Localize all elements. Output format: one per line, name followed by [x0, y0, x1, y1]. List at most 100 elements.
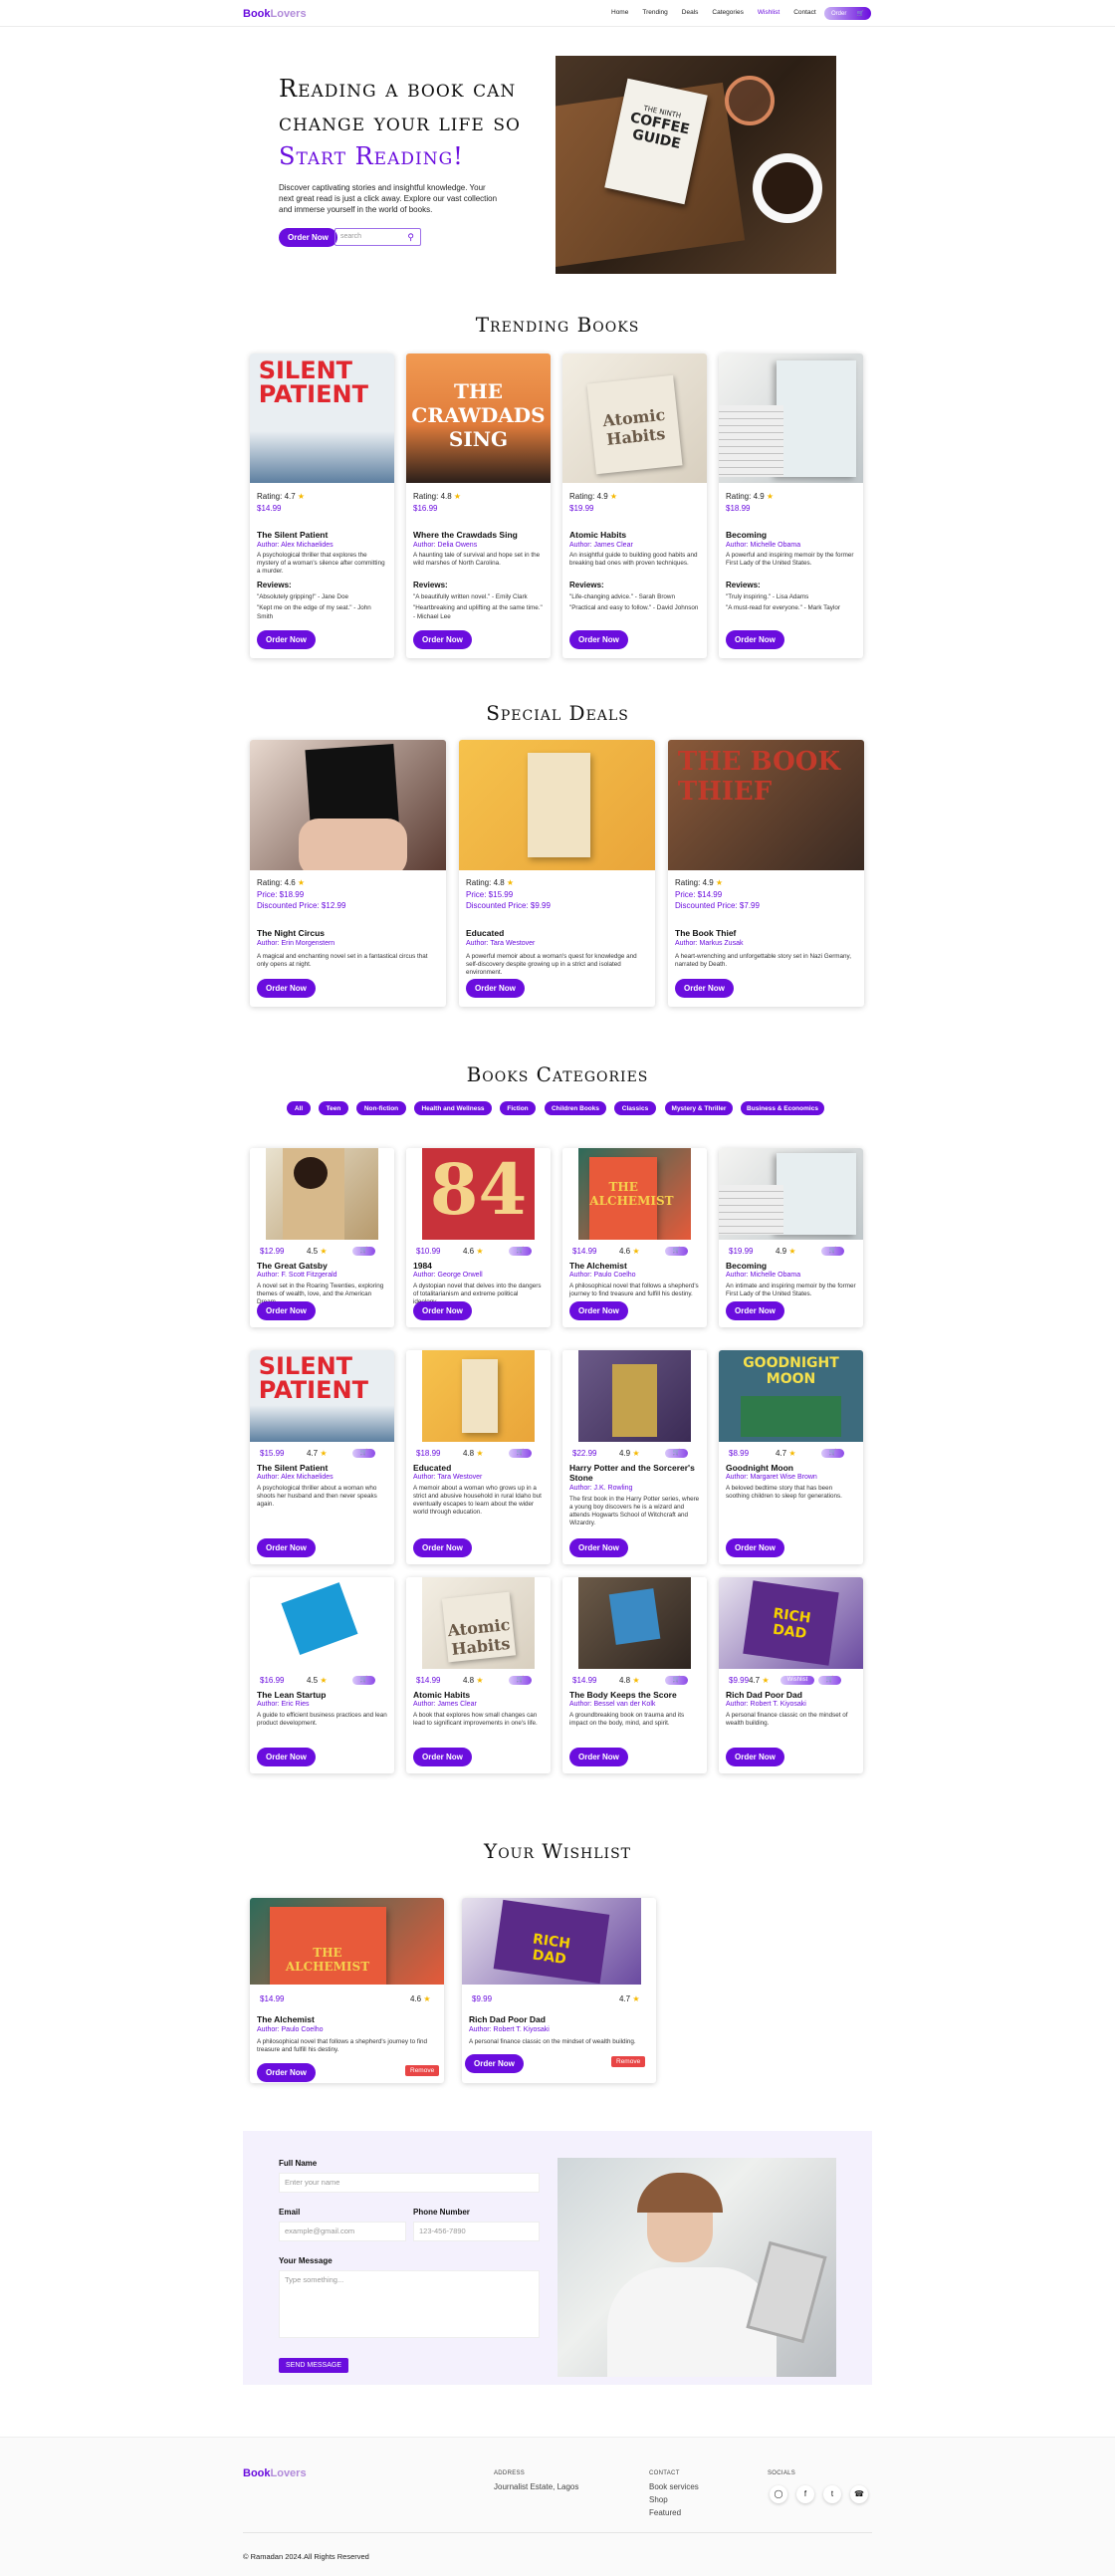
contact-heading: CONTACT — [649, 2470, 680, 2476]
hero-order-button[interactable]: Order Now — [279, 228, 337, 247]
cover-inner — [422, 1350, 535, 1442]
order-now-button[interactable]: Order Now — [257, 630, 316, 649]
rating-text: Rating: 4.9 ★ — [569, 492, 617, 501]
nav-home[interactable]: Home — [611, 9, 628, 16]
footer-logo[interactable]: BookLovers — [243, 2467, 307, 2479]
order-now-button[interactable]: Order Now — [569, 1301, 628, 1320]
hero-description: Discover captivating stories and insight… — [279, 183, 498, 214]
order-now-button[interactable]: Order Now — [726, 1301, 784, 1320]
hero-title-line-2: change your life so — [279, 109, 521, 136]
nav-categories[interactable]: Categories — [712, 9, 743, 16]
order-now-button[interactable]: Order Now — [413, 1538, 472, 1557]
book-title: Goodnight Moon — [726, 1463, 793, 1473]
book-cover-image: SILENT PATIENT — [250, 353, 394, 483]
add-to-cart-button[interactable]: 🛒 — [665, 1449, 688, 1458]
add-to-cart-button[interactable]: 🛒 — [818, 1676, 841, 1685]
book-cover-image: SILENT PATIENT — [250, 1350, 394, 1442]
order-now-button[interactable]: Order Now — [257, 2063, 316, 2082]
add-to-cart-button[interactable]: 🛒 — [509, 1449, 532, 1458]
price: $14.99 — [416, 1676, 441, 1685]
order-now-button[interactable]: Order Now — [257, 979, 316, 998]
order-now-button[interactable]: Order Now — [257, 1748, 316, 1766]
order-now-button[interactable]: Order Now — [413, 1748, 472, 1766]
category-filter-button[interactable]: Fiction — [500, 1101, 536, 1115]
order-now-button[interactable]: Order Now — [466, 979, 525, 998]
cover-wrap: SILENT PATIENT — [250, 1350, 394, 1442]
category-filter-button[interactable]: Health and Wellness — [414, 1101, 492, 1115]
rating-text: 4.7 ★ — [776, 1449, 796, 1458]
order-now-button[interactable]: Order Now — [569, 630, 628, 649]
contact-link-featured[interactable]: Featured — [649, 2506, 681, 2519]
wishlist-button[interactable]: Wishlist — [780, 1676, 814, 1685]
book-title: The Silent Patient — [257, 1463, 329, 1473]
logo[interactable]: BookLovers — [243, 8, 307, 20]
order-now-button[interactable]: Order Now — [726, 1748, 784, 1766]
add-to-cart-button[interactable]: 🛒 — [352, 1676, 375, 1685]
wishlist-label: Wishlist — [786, 1677, 808, 1683]
instagram-icon[interactable]: ◯ — [770, 2485, 787, 2503]
order-now-button[interactable]: Order Now — [569, 1748, 628, 1766]
category-filter-button[interactable]: Classics — [614, 1101, 656, 1115]
book-description: A heart-wrenching and unforgettable stor… — [675, 953, 851, 968]
add-to-cart-button[interactable]: 🛒 — [509, 1676, 532, 1685]
category-filter-button[interactable]: Children Books — [545, 1101, 606, 1115]
nav-wishlist[interactable]: Wishlist — [758, 9, 780, 16]
message-label: Your Message — [279, 2256, 333, 2265]
rating-text: 4.5 ★ — [307, 1676, 328, 1685]
price: Price: $18.99 — [257, 890, 305, 899]
price: $14.99 — [572, 1247, 597, 1256]
book-title: Rich Dad Poor Dad — [726, 1690, 802, 1700]
order-now-button[interactable]: Order Now — [257, 1538, 316, 1557]
book-cover-image — [719, 1148, 863, 1240]
phone-input[interactable]: 123-456-7890 — [413, 2222, 540, 2241]
twitter-icon[interactable]: t — [823, 2485, 841, 2503]
hero-search-input[interactable]: search ⚲ — [334, 228, 421, 246]
send-message-button[interactable]: SEND MESSAGE — [279, 2358, 349, 2373]
price: Price: $15.99 — [466, 890, 514, 899]
category-book-card: $22.99 4.9 ★ 🛒 Harry Potter and the Sorcere… — [562, 1350, 707, 1564]
price: $9.99 — [472, 1994, 493, 2003]
order-now-button[interactable]: Order Now — [726, 1538, 784, 1557]
nav-contact[interactable]: Contact — [793, 9, 815, 16]
add-to-cart-button[interactable]: 🛒 — [821, 1449, 844, 1458]
add-to-cart-button[interactable]: 🛒 — [352, 1247, 375, 1256]
remove-button[interactable]: Remove — [611, 2056, 646, 2067]
email-input[interactable]: example@gmail.com — [279, 2222, 406, 2241]
full-name-input[interactable]: Enter your name — [279, 2173, 540, 2193]
contact-section: Full Name Enter your name Email example@… — [243, 2131, 872, 2385]
order-now-button[interactable]: Order Now — [465, 2054, 524, 2073]
nav-trending[interactable]: Trending — [642, 9, 667, 16]
contact-link-book-services[interactable]: Book services — [649, 2480, 699, 2493]
order-now-button[interactable]: Order Now — [257, 1301, 316, 1320]
order-now-button[interactable]: Order Now — [569, 1538, 628, 1557]
cover-inner: RICH DAD — [462, 1898, 641, 1985]
order-now-button[interactable]: Order Now — [413, 1301, 472, 1320]
category-filter-button[interactable]: Mystery & Thriller — [665, 1101, 733, 1115]
add-to-cart-button[interactable]: 🛒 — [352, 1449, 375, 1458]
facebook-icon[interactable]: f — [796, 2485, 814, 2503]
rating-value: 4.5 — [307, 1676, 319, 1685]
category-filter-button[interactable]: All — [287, 1101, 311, 1115]
message-textarea[interactable]: Type something... — [279, 2270, 540, 2338]
nav-order-cart-button[interactable]: Order 🛒 — [824, 7, 871, 20]
order-now-button[interactable]: Order Now — [675, 979, 734, 998]
rating-value: Rating: 4.8 — [413, 492, 452, 501]
add-to-cart-button[interactable]: 🛒 — [509, 1247, 532, 1256]
wishlist-title: Your Wishlist — [483, 1839, 632, 1863]
star-icon: ★ — [295, 878, 306, 887]
add-to-cart-button[interactable]: 🛒 — [665, 1676, 688, 1685]
remove-button[interactable]: Remove — [405, 2065, 440, 2076]
category-filter-button[interactable]: Non-fiction — [356, 1101, 406, 1115]
order-now-button[interactable]: Order Now — [413, 630, 472, 649]
category-filter-button[interactable]: Business & Economics — [741, 1101, 824, 1115]
category-filter-button[interactable]: Teen — [319, 1101, 348, 1115]
rating-value: 4.7 — [776, 1449, 787, 1458]
add-to-cart-button[interactable]: 🛒 — [665, 1247, 688, 1256]
whatsapp-icon[interactable]: ☎ — [850, 2485, 868, 2503]
order-now-button[interactable]: Order Now — [726, 630, 784, 649]
add-to-cart-button[interactable]: 🛒 — [821, 1247, 844, 1256]
nav-deals[interactable]: Deals — [682, 9, 699, 16]
contact-link-shop[interactable]: Shop — [649, 2493, 668, 2506]
price: $9.99 — [729, 1676, 750, 1685]
rating-text: 4.9 ★ — [776, 1247, 796, 1256]
